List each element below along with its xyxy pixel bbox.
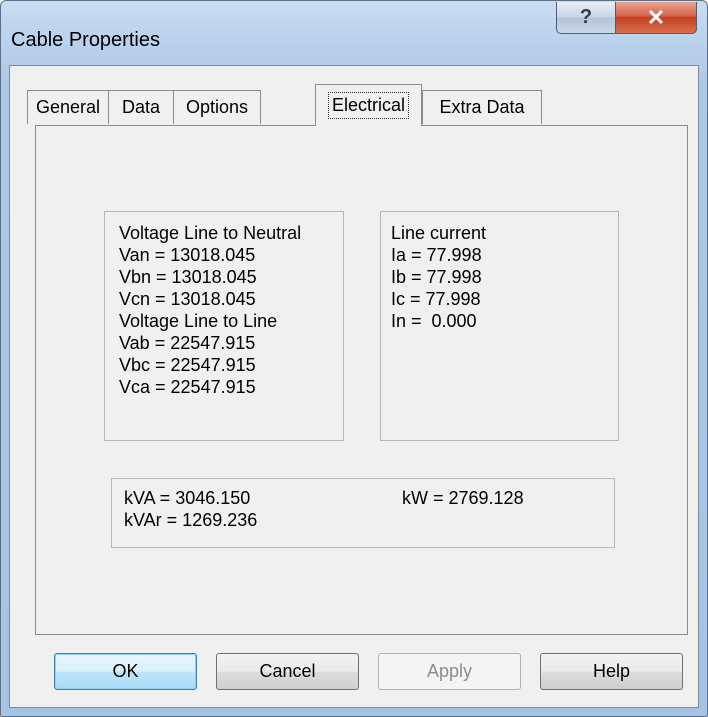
ok-button[interactable]: OK	[54, 653, 197, 690]
power-group: kVA = 3046.150 kVAr = 1269.236 kW = 2769…	[111, 478, 615, 548]
electrical-tab-panel: Voltage Line to Neutral Van = 13018.045 …	[35, 125, 688, 635]
apply-mnemonic: A	[426, 661, 439, 681]
line-current-group: Line current Ia = 77.998 Ib = 77.998 Ic …	[380, 211, 619, 441]
vbc-value: Vbc = 22547.915	[119, 355, 256, 375]
tab-label: Extra Data	[439, 97, 525, 117]
close-icon[interactable]: ✕	[615, 2, 697, 34]
tab-options[interactable]: Options	[173, 90, 261, 124]
window-title: Cable Properties	[11, 29, 160, 51]
kvar-value: kVAr = 1269.236	[124, 510, 258, 530]
ia-value: Ia = 77.998	[391, 245, 482, 265]
tab-label: General	[35, 97, 101, 117]
dialog-client-area: General Data Options Electrical Extra Da…	[9, 65, 699, 708]
kw-value: kW = 2769.128	[402, 488, 524, 508]
cable-properties-dialog: Cable Properties ? ✕ General Data Option…	[0, 0, 708, 717]
cancel-label: Cancel	[259, 661, 316, 681]
voltage-ll-heading: Voltage Line to Line	[119, 311, 278, 331]
apply-label: pply	[438, 661, 473, 681]
tab-data[interactable]: Data	[108, 90, 174, 124]
voltage-group: Voltage Line to Neutral Van = 13018.045 …	[104, 211, 344, 441]
vbn-value: Vbn = 13018.045	[119, 267, 257, 287]
in-value: In = 0.000	[391, 311, 477, 331]
tab-general[interactable]: General	[27, 90, 109, 124]
ib-value: Ib = 77.998	[391, 267, 482, 287]
tab-electrical[interactable]: Electrical	[315, 84, 422, 126]
voltage-ln-heading: Voltage Line to Neutral	[119, 223, 302, 243]
kva-value: kVA = 3046.150	[124, 488, 251, 508]
ok-label: OK	[112, 661, 139, 681]
apply-button[interactable]: Apply	[378, 653, 521, 690]
tab-label: Options	[185, 97, 249, 117]
cancel-button[interactable]: Cancel	[216, 653, 359, 690]
vab-value: Vab = 22547.915	[119, 333, 256, 353]
help-button[interactable]: Help	[540, 653, 683, 690]
tab-label: Data	[121, 97, 161, 117]
line-current-heading: Line current	[391, 223, 487, 243]
tab-label: Electrical	[327, 92, 410, 119]
help-question-icon[interactable]: ?	[556, 2, 616, 34]
vcn-value: Vcn = 13018.045	[119, 289, 256, 309]
ic-value: Ic = 77.998	[391, 289, 481, 309]
tab-extra-data[interactable]: Extra Data	[422, 90, 542, 124]
vca-value: Vca = 22547.915	[119, 377, 256, 397]
help-label: Help	[592, 661, 631, 681]
van-value: Van = 13018.045	[119, 245, 256, 265]
